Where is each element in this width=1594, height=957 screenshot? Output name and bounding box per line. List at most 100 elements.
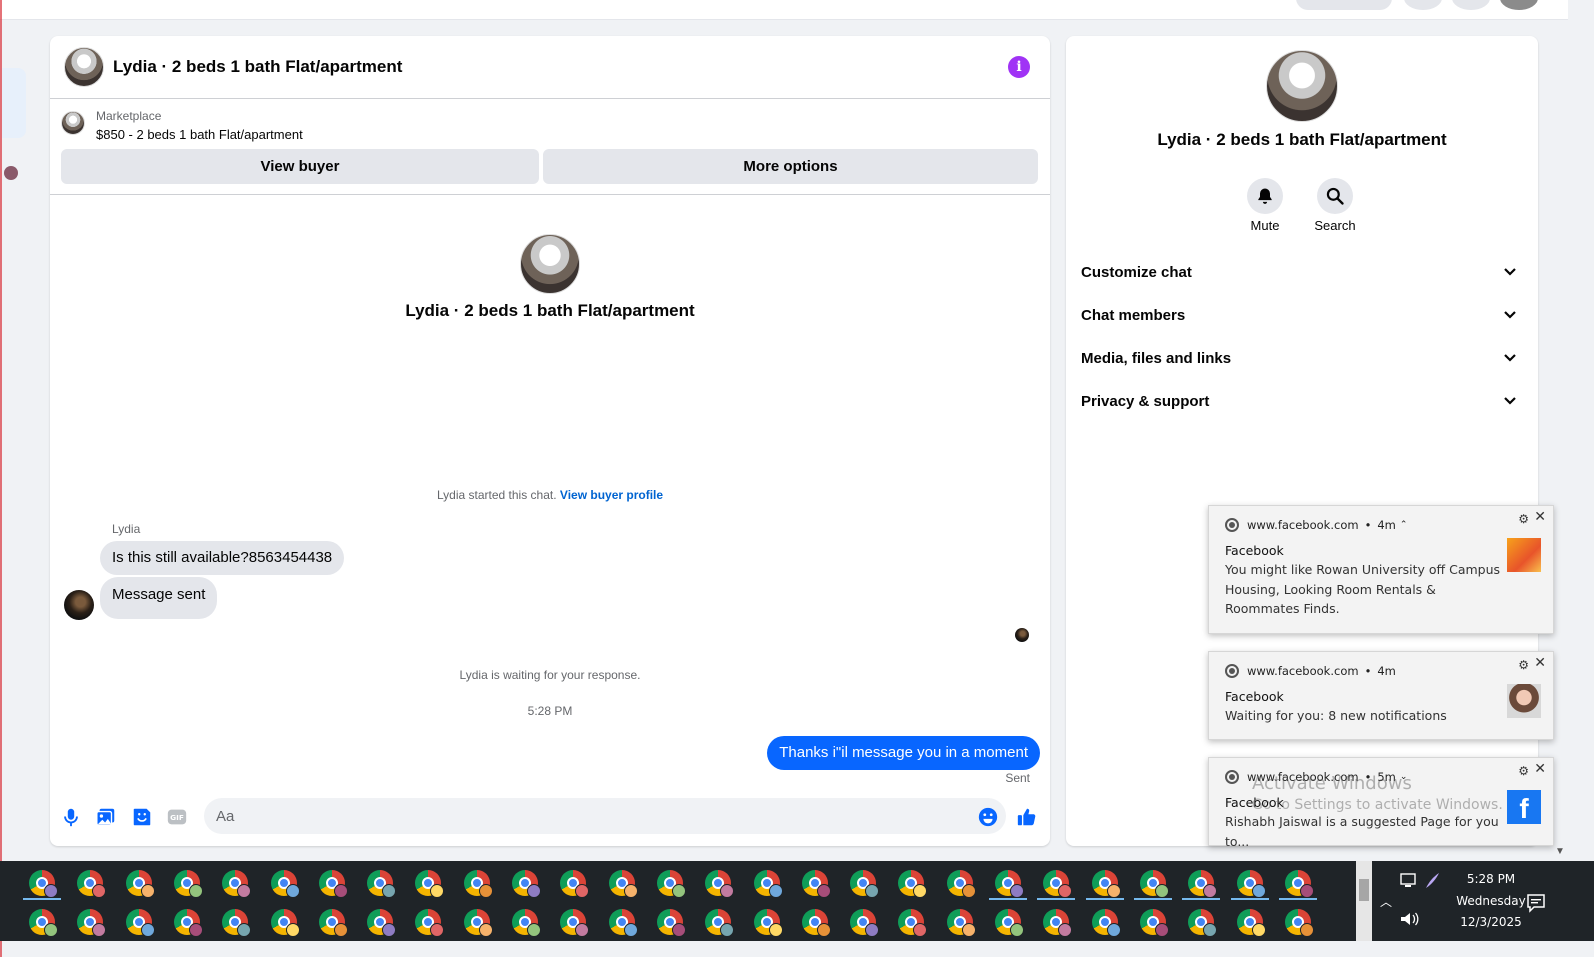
taskbar-chrome-icon[interactable] [657,870,686,898]
action-center-icon[interactable] [1526,893,1546,913]
taskbar-chrome-icon[interactable] [464,870,493,898]
clock-time[interactable]: 5:28 PM [1436,872,1546,886]
clock-date[interactable]: 12/3/2025 [1436,915,1546,929]
message-incoming[interactable]: Message sent [100,577,218,619]
taskbar-chrome-icon[interactable] [947,870,976,898]
top-notifications-button[interactable] [1452,0,1490,10]
taskbar-chrome-icon[interactable] [174,870,203,898]
notification-toast[interactable]: www.facebook.com • 4m ⌃ ⚙ ✕ Facebook You… [1208,505,1554,634]
taskbar-chrome-icon[interactable] [1237,870,1266,898]
section-chat-members[interactable]: Chat members [1081,298,1523,334]
taskbar-chrome-icon[interactable] [1092,870,1121,898]
chevron-up-icon[interactable]: ⌃ [1400,520,1408,530]
taskbar-chrome-icon[interactable] [995,870,1024,898]
gear-icon[interactable]: ⚙ [1518,658,1529,672]
taskbar-chrome-icon[interactable] [1043,870,1072,898]
sidebar-selected-item[interactable] [2,68,26,138]
notification-toast[interactable]: www.facebook.com • 4m ⚙ ✕ Facebook Waiti… [1208,651,1554,740]
top-avatar[interactable] [1500,0,1538,10]
taskbar-chrome-icon[interactable] [1285,909,1314,937]
taskbar-chrome-icon[interactable] [222,909,251,937]
taskbar-chrome-icon[interactable] [222,870,251,898]
taskbar-chrome-icon[interactable] [560,870,589,898]
sidebar-avatar[interactable] [4,166,18,180]
gif-icon[interactable]: GIF [166,806,188,828]
chevron-up-icon[interactable]: ︿ [1380,893,1392,910]
taskbar-chrome-icon[interactable] [29,870,58,898]
view-buyer-profile-link[interactable]: View buyer profile [560,488,663,502]
section-customize-chat[interactable]: Customize chat [1081,255,1523,291]
taskbar-chrome-icon[interactable] [367,870,396,898]
taskbar-chrome-icon[interactable] [29,909,58,937]
taskbar-chrome-icon[interactable] [77,870,106,898]
taskbar-chrome-icon[interactable] [367,909,396,937]
listing-price[interactable]: $850 - 2 beds 1 bath Flat/apartment [96,127,303,142]
chat-avatar[interactable] [64,47,104,87]
taskbar-chrome-icon[interactable] [705,870,734,898]
microphone-icon[interactable] [60,806,82,828]
taskbar-chrome-icon[interactable] [512,909,541,937]
top-search-pill[interactable] [1296,0,1392,10]
message-incoming[interactable]: Is this still available?8563454438 [100,541,345,575]
taskbar-chrome-icon[interactable] [802,909,831,937]
taskbar-chrome-icon[interactable] [415,909,444,937]
gear-icon[interactable]: ⚙ [1518,512,1529,526]
taskbar-chrome-icon[interactable] [319,909,348,937]
taskbar-chrome-icon[interactable] [126,870,155,898]
taskbar-chrome-icon[interactable] [1140,870,1169,898]
taskbar-chrome-icon[interactable] [1140,909,1169,937]
photo-icon[interactable] [95,806,117,828]
taskbar-chrome-icon[interactable] [77,909,106,937]
mute-button[interactable] [1247,178,1283,214]
taskbar-chrome-icon[interactable] [174,909,203,937]
taskbar-chrome-icon[interactable] [754,909,783,937]
taskbar-chrome-icon[interactable] [609,870,638,898]
taskbar-chrome-icon[interactable] [802,870,831,898]
info-icon[interactable]: i [1008,56,1030,78]
taskbar-scrollbar[interactable] [1356,861,1372,941]
taskbar-chrome-icon[interactable] [415,870,444,898]
taskbar-chrome-icon[interactable] [271,870,300,898]
info-avatar[interactable] [1266,50,1338,122]
view-buyer-button[interactable]: View buyer [61,149,539,184]
taskbar-chrome-icon[interactable] [126,909,155,937]
message-input[interactable] [204,798,1006,834]
taskbar-chrome-icon[interactable] [1092,909,1121,937]
taskbar-chrome-icon[interactable] [898,870,927,898]
close-icon[interactable]: ✕ [1534,509,1546,525]
close-icon[interactable]: ✕ [1534,655,1546,671]
taskbar-chrome-icon[interactable] [464,909,493,937]
taskbar-chrome-icon[interactable] [609,909,638,937]
taskbar-chrome-icon[interactable] [1285,870,1314,898]
top-menu-button[interactable] [1404,0,1442,10]
section-media-files-links[interactable]: Media, files and links [1081,341,1523,377]
taskbar-chrome-icon[interactable] [1043,909,1072,937]
message-outgoing[interactable]: Thanks i"il message you in a moment [767,736,1040,770]
chat-title[interactable]: Lydia · 2 beds 1 bath Flat/apartment [113,57,402,77]
section-privacy-support[interactable]: Privacy & support [1081,384,1523,420]
search-button[interactable] [1317,178,1353,214]
taskbar-chrome-icon[interactable] [271,909,300,937]
sender-avatar[interactable] [64,590,94,620]
volume-icon[interactable] [1400,911,1420,927]
taskbar-chrome-icon[interactable] [512,870,541,898]
taskbar-chrome-icon[interactable] [995,909,1024,937]
taskbar-chrome-icon[interactable] [657,909,686,937]
taskbar-chrome-icon[interactable] [1237,909,1266,937]
gear-icon[interactable]: ⚙ [1518,764,1529,778]
taskbar-chrome-icon[interactable] [1188,909,1217,937]
scroll-down-arrow[interactable]: ▼ [1555,846,1565,857]
more-options-button[interactable]: More options [543,149,1038,184]
taskbar-chrome-icon[interactable] [947,909,976,937]
taskbar-chrome-icon[interactable] [1188,870,1217,898]
thumbs-up-icon[interactable] [1016,806,1038,828]
taskbar-chrome-icon[interactable] [898,909,927,937]
taskbar-chrome-icon[interactable] [560,909,589,937]
close-icon[interactable]: ✕ [1534,761,1546,777]
sticker-icon[interactable] [131,806,153,828]
taskbar-scrollbar-thumb[interactable] [1359,879,1369,901]
emoji-icon[interactable] [977,806,999,828]
taskbar-chrome-icon[interactable] [850,870,879,898]
taskbar-chrome-icon[interactable] [319,870,348,898]
network-icon[interactable] [1400,873,1418,889]
